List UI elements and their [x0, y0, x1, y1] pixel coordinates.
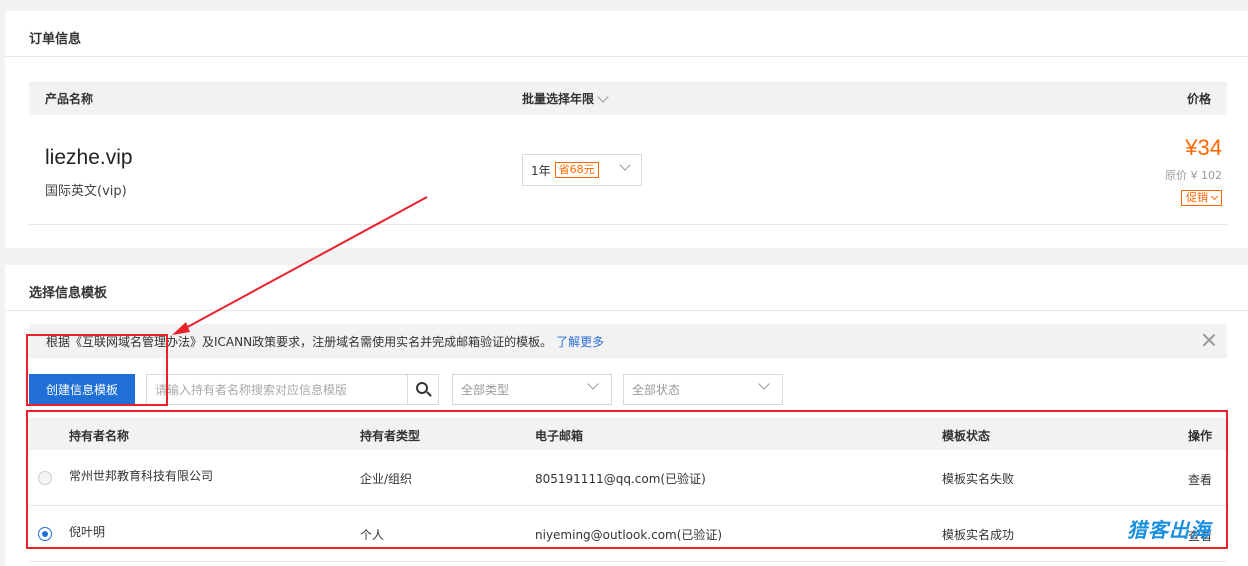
- table-row[interactable]: 倪叶明 个人 niyeming@outlook.com(已验证) 模板实名成功 …: [29, 506, 1227, 562]
- learn-more-link[interactable]: 了解更多: [556, 333, 604, 350]
- create-template-button[interactable]: 创建信息模板: [29, 374, 135, 405]
- header-price: 价格: [1186, 92, 1211, 106]
- template-panel-title: 选择信息模板: [29, 286, 108, 301]
- header-batch-period[interactable]: 批量选择年限: [522, 90, 609, 107]
- chevron-down-icon: [619, 159, 631, 171]
- table-row[interactable]: 常州世邦教育科技有限公司 企业/组织 805191111@qq.com(已验证)…: [29, 450, 1227, 506]
- status-filter-select[interactable]: 全部状态: [623, 374, 783, 405]
- search-button[interactable]: [407, 375, 438, 404]
- order-panel-title: 订单信息: [29, 32, 82, 47]
- search-box: [146, 374, 439, 405]
- holder-email: 805191111@qq.com(已验证): [535, 472, 706, 486]
- domain-subtitle: 国际英文(vip): [45, 184, 127, 199]
- header-holder-type: 持有者类型: [360, 429, 421, 443]
- save-tag: 省68元: [554, 162, 599, 178]
- holder-name: 倪叶明: [69, 525, 106, 539]
- type-filter-value: 全部类型: [461, 383, 510, 397]
- current-price: ¥34: [1185, 135, 1222, 160]
- divider: [5, 56, 1248, 57]
- order-table-header: 产品名称 批量选择年限 价格: [29, 82, 1227, 115]
- period-select[interactable]: 1年 省68元: [522, 154, 642, 186]
- chevron-down-icon: [758, 378, 770, 390]
- promo-dropdown[interactable]: 促销: [1181, 190, 1222, 206]
- header-email: 电子邮箱: [535, 429, 584, 443]
- search-input[interactable]: [147, 375, 407, 404]
- chevron-down-icon: [597, 90, 609, 103]
- promo-label: 促销: [1186, 191, 1208, 204]
- radio-icon[interactable]: [38, 527, 52, 541]
- template-status: 模板实名失败: [942, 472, 1015, 486]
- header-operation: 操作: [1187, 429, 1212, 443]
- view-link[interactable]: 查看: [1188, 471, 1212, 488]
- period-value: 1年: [531, 163, 551, 178]
- status-filter-value: 全部状态: [632, 383, 681, 397]
- header-period-label: 批量选择年限: [522, 92, 595, 106]
- chevron-down-icon: [587, 378, 599, 390]
- header-product: 产品名称: [45, 92, 94, 106]
- holder-email: niyeming@outlook.com(已验证): [535, 528, 723, 542]
- template-table-header: 持有者名称 持有者类型 电子邮箱 模板状态 操作: [29, 418, 1227, 450]
- order-panel: 订单信息 产品名称 批量选择年限 价格 liezhe.vip 国际英文(vip)…: [5, 11, 1248, 248]
- notice-bar: 根据《互联网域名管理办法》及ICANN政策要求，注册域名需使用实名并完成邮箱验证…: [29, 324, 1227, 358]
- holder-type: 个人: [360, 528, 385, 542]
- original-price: 原价 ¥ 102: [1165, 169, 1222, 182]
- chevron-down-icon: [1210, 192, 1219, 201]
- header-template-status: 模板状态: [942, 429, 991, 443]
- close-icon[interactable]: [1201, 332, 1217, 348]
- type-filter-select[interactable]: 全部类型: [452, 374, 612, 405]
- template-status: 模板实名成功: [942, 528, 1015, 542]
- divider: [29, 224, 1227, 225]
- radio-icon[interactable]: [38, 471, 52, 485]
- header-holder-name: 持有者名称: [69, 429, 130, 443]
- watermark-logo: 猎客出海: [1127, 518, 1211, 542]
- domain-name: liezhe.vip: [45, 146, 133, 169]
- notice-text: 根据《互联网域名管理办法》及ICANN政策要求，注册域名需使用实名并完成邮箱验证…: [46, 334, 553, 349]
- template-panel: 选择信息模板 根据《互联网域名管理办法》及ICANN政策要求，注册域名需使用实名…: [5, 265, 1248, 566]
- holder-name: 常州世邦教育科技有限公司: [69, 469, 214, 483]
- divider: [5, 310, 1248, 311]
- holder-type: 企业/组织: [360, 472, 413, 486]
